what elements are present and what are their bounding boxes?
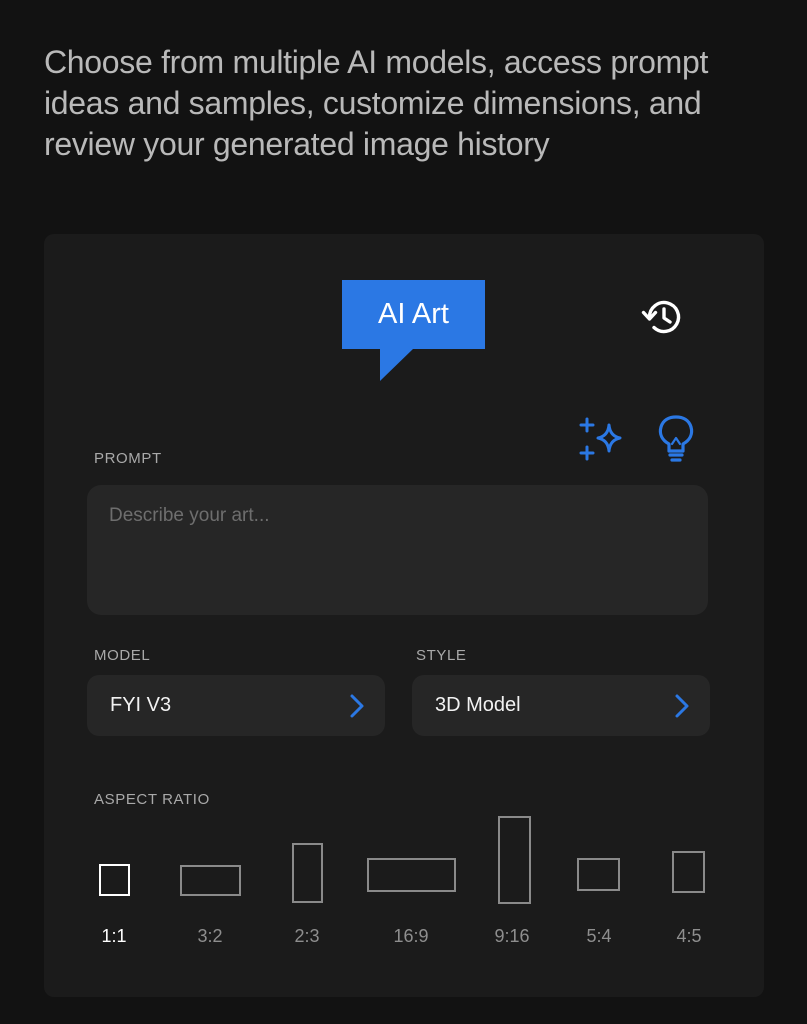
aspect-shape-3-2 [180,865,241,896]
aspect-shape-16-9 [367,858,456,892]
aspect-shape-1-1 [99,864,130,896]
history-icon [641,300,681,334]
aspect-shape-4-5 [672,851,705,893]
history-button[interactable] [636,290,690,344]
aspect-option-label: 3:2 [197,926,223,946]
lightbulb-icon [658,415,694,462]
style-value: 3D Model [435,694,521,716]
model-label: MODEL [94,647,151,664]
prompt-ideas-button[interactable] [652,414,700,464]
ai-art-badge: AI Art [342,280,485,349]
aspect-option-label: 5:4 [586,926,612,946]
aspect-ratio-label: ASPECT RATIO [94,791,210,808]
aspect-shape-5-4 [577,858,620,891]
chevron-right-icon [675,694,689,717]
prompt-label: PROMPT [94,450,162,467]
aspect-option-label: 2:3 [294,926,320,946]
aspect-option-2-3[interactable]: 2:3 [277,814,337,954]
ai-art-badge-label: AI Art [378,298,449,330]
aspect-option-label: 1:1 [101,926,127,946]
aspect-shape-9-16 [498,816,531,904]
aspect-option-3-2[interactable]: 3:2 [170,814,250,954]
aspect-option-16-9[interactable]: 16:9 [361,814,461,954]
aspect-option-5-4[interactable]: 5:4 [569,814,629,954]
chevron-right-icon [350,694,364,717]
model-value: FYI V3 [110,694,172,716]
headline: Choose from multiple AI models, access p… [44,44,709,162]
aspect-option-label: 4:5 [676,926,702,946]
prompt-samples-button[interactable] [576,416,628,464]
aspect-option-label: 16:9 [393,926,429,946]
model-select[interactable]: FYI V3 [87,675,385,736]
page: Choose from multiple AI models, access p… [0,0,807,1024]
prompt-input[interactable] [87,485,708,615]
style-label: STYLE [416,647,467,664]
aspect-option-4-5[interactable]: 4:5 [659,814,719,954]
aspect-option-1-1[interactable]: 1:1 [84,814,144,954]
aspect-option-label: 9:16 [494,926,530,946]
aspect-option-9-16[interactable]: 9:16 [482,814,542,954]
ai-art-badge-tail [380,348,414,381]
sparkle-icon [579,417,622,461]
aspect-shape-2-3 [292,843,323,903]
style-select[interactable]: 3D Model [412,675,710,736]
ai-art-card: AI Art PROMPT MODEL [44,234,764,997]
